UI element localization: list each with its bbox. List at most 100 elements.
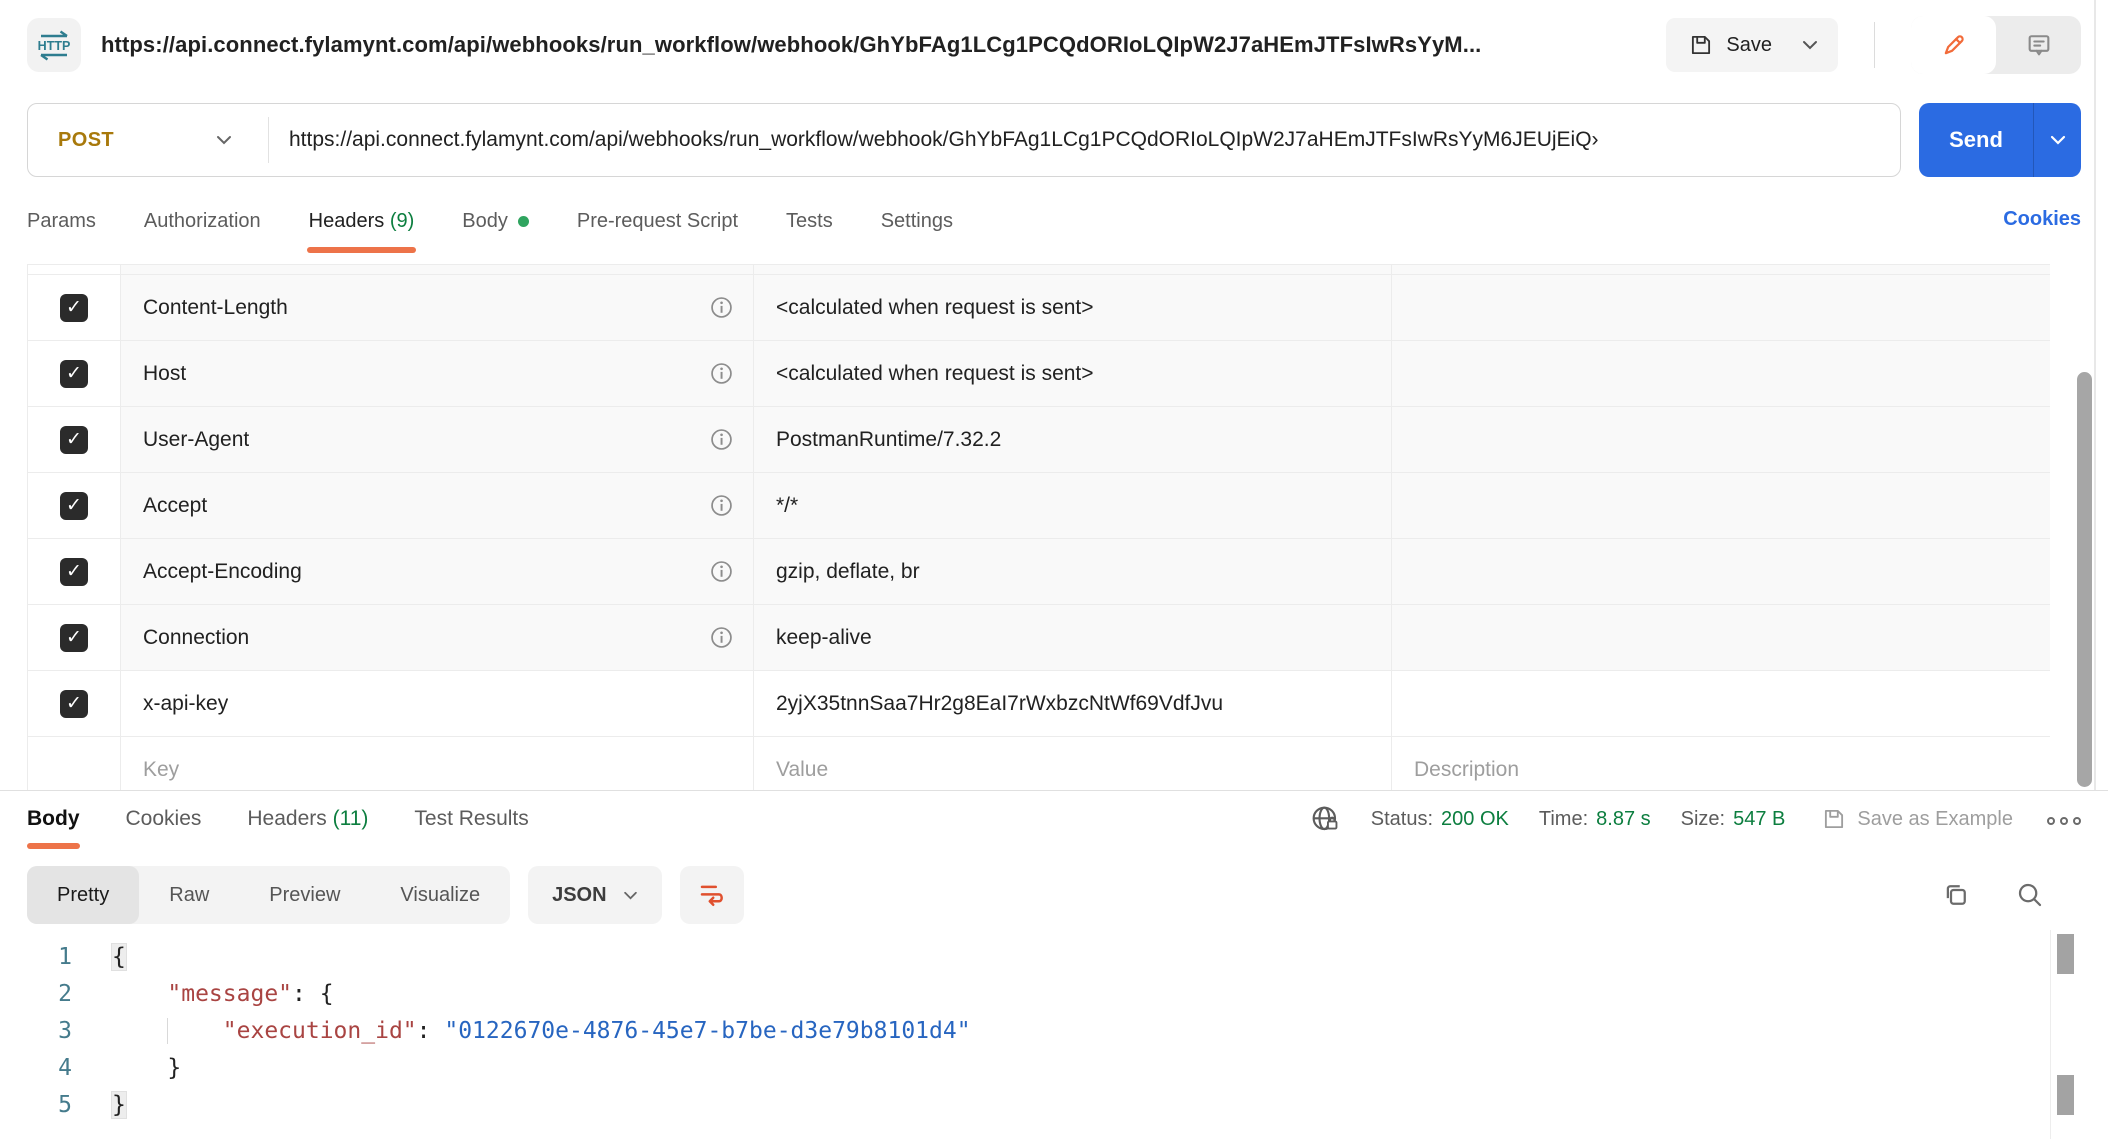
tab-authorization[interactable]: Authorization: [144, 192, 261, 259]
header-description-cell[interactable]: [1392, 539, 2050, 604]
save-icon: [1821, 806, 1847, 832]
save-button[interactable]: Save: [1666, 18, 1782, 72]
header-key: Accept: [143, 494, 207, 518]
header-key-cell[interactable]: x-api-key: [121, 671, 754, 736]
search-icon[interactable]: [2015, 880, 2045, 910]
tab-pre-request-script[interactable]: Pre-request Script: [577, 192, 738, 259]
header-value-cell[interactable]: <calculated when request is sent>: [754, 275, 1392, 340]
code-token-punct: :: [417, 1018, 445, 1044]
tab-label: Test Results: [414, 807, 528, 830]
tab-label: Settings: [881, 210, 953, 232]
line-number: 2: [0, 976, 72, 1013]
tab-settings[interactable]: Settings: [881, 192, 953, 259]
more-options-icon[interactable]: [2047, 813, 2081, 825]
network-globe-icon[interactable]: [1309, 803, 1341, 835]
header-value-cell[interactable]: keep-alive: [754, 605, 1392, 670]
edit-comment-toggle-group: [1911, 16, 2081, 74]
send-button[interactable]: Send: [1919, 103, 2081, 177]
header-checkbox[interactable]: ✓: [60, 624, 88, 652]
info-icon[interactable]: [710, 494, 733, 517]
copy-icon[interactable]: [1941, 880, 1971, 910]
header-key-cell[interactable]: Accept-Encoding: [121, 539, 754, 604]
code-token-string: "0122670e-4876-45e7-b7be-d3e79b8101d4": [444, 1018, 970, 1044]
url-input[interactable]: [269, 128, 1900, 152]
comment-icon: [2025, 31, 2053, 59]
tab-label: Authorization: [144, 210, 261, 232]
info-icon[interactable]: [710, 296, 733, 319]
header-checkbox[interactable]: ✓: [60, 492, 88, 520]
header-checkbox[interactable]: ✓: [60, 294, 88, 322]
tab-headers[interactable]: Headers (9): [309, 192, 415, 259]
code-token-ws: [112, 1018, 167, 1044]
header-value-cell[interactable]: */*: [754, 473, 1392, 538]
response-tab-cookies[interactable]: Cookies: [126, 791, 202, 851]
key-placeholder: Key: [143, 758, 179, 782]
pencil-icon: [1940, 31, 1968, 59]
view-tab-visualize[interactable]: Visualize: [370, 866, 510, 924]
header-key-cell[interactable]: Host: [121, 341, 754, 406]
line-content: }: [72, 1050, 181, 1087]
table-row: ✓ x-api-key2yjX35tnnSaa7Hr2g8EaI7rWxbzcNt…: [28, 671, 2050, 737]
save-options-button[interactable]: [1782, 18, 1838, 72]
table-row: ✓ Connectionkeep-alive: [28, 605, 2050, 671]
comment-button[interactable]: [1996, 16, 2081, 74]
header-value-cell[interactable]: <calculated when request is sent>: [754, 341, 1392, 406]
code-line: 4 }: [0, 1050, 2108, 1087]
checkbox-cell: ✓: [28, 473, 121, 538]
response-scrollbar-thumb[interactable]: [2057, 934, 2074, 974]
edit-request-button[interactable]: [1911, 16, 1996, 74]
url-box: POST: [27, 103, 1901, 177]
headers-table: ✓ Content-Length<calculated when request …: [27, 264, 2050, 803]
header-value-cell[interactable]: 2yjX35tnnSaa7Hr2g8EaI7rWxbzcNtWf69VdfJvu: [754, 671, 1392, 736]
cookies-link[interactable]: Cookies: [2003, 192, 2081, 231]
header-key-cell[interactable]: User-Agent: [121, 407, 754, 472]
response-scrollbar-marker[interactable]: [2057, 1075, 2074, 1115]
format-selector[interactable]: JSON: [528, 866, 661, 924]
info-icon[interactable]: [710, 428, 733, 451]
info-icon[interactable]: [710, 626, 733, 649]
info-icon[interactable]: [710, 560, 733, 583]
header-key-cell[interactable]: Content-Length: [121, 275, 754, 340]
wrap-lines-button[interactable]: [680, 866, 744, 924]
vertical-scrollbar-thumb[interactable]: [2077, 372, 2092, 787]
tab-label: Body: [27, 807, 80, 830]
header-checkbox[interactable]: ✓: [60, 360, 88, 388]
header-checkbox[interactable]: ✓: [60, 558, 88, 586]
tab-body[interactable]: Body: [462, 192, 529, 259]
header-key-cell[interactable]: Connection: [121, 605, 754, 670]
header-value-cell[interactable]: PostmanRuntime/7.32.2: [754, 407, 1392, 472]
response-tab-headers[interactable]: Headers (11): [247, 791, 368, 851]
send-options-button[interactable]: [2033, 103, 2081, 177]
header-checkbox[interactable]: ✓: [60, 690, 88, 718]
info-icon[interactable]: [710, 362, 733, 385]
header-description-cell[interactable]: [1392, 473, 2050, 538]
code-token-key: "message": [167, 981, 292, 1007]
header-value-cell[interactable]: gzip, deflate, br: [754, 539, 1392, 604]
tab-params[interactable]: Params: [27, 192, 96, 259]
code-line: 3 "execution_id": "0122670e-4876-45e7-b7…: [0, 1013, 2108, 1050]
status-code: Status: 200 OK: [1371, 808, 1509, 831]
unsaved-dot-icon: [518, 216, 529, 227]
header-description-cell[interactable]: [1392, 275, 2050, 340]
view-tab-raw[interactable]: Raw: [139, 866, 239, 924]
table-row: ✓ Content-Length<calculated when request …: [28, 275, 2050, 341]
header-description-cell[interactable]: [1392, 341, 2050, 406]
svg-text:HTTP: HTTP: [38, 39, 71, 53]
header-checkbox[interactable]: ✓: [60, 426, 88, 454]
response-size: Size: 547 B: [1681, 808, 1786, 831]
response-tab-test-results[interactable]: Test Results: [414, 791, 528, 851]
save-as-example-button[interactable]: Save as Example: [1821, 806, 2013, 832]
method-selector[interactable]: POST: [28, 129, 268, 152]
tab-label: Params: [27, 210, 96, 232]
tab-tests[interactable]: Tests: [786, 192, 833, 259]
response-tools: [1941, 880, 2045, 910]
header-description-cell[interactable]: [1392, 605, 2050, 670]
response-tab-body[interactable]: Body: [27, 791, 80, 851]
view-tab-pretty[interactable]: Pretty: [27, 866, 139, 924]
header-description-cell[interactable]: [1392, 407, 2050, 472]
header-key-cell[interactable]: Accept: [121, 473, 754, 538]
view-tab-preview[interactable]: Preview: [239, 866, 370, 924]
header-description-cell[interactable]: [1392, 671, 2050, 736]
description-placeholder: Description: [1414, 758, 1519, 782]
checkbox-cell: ✓: [28, 539, 121, 604]
